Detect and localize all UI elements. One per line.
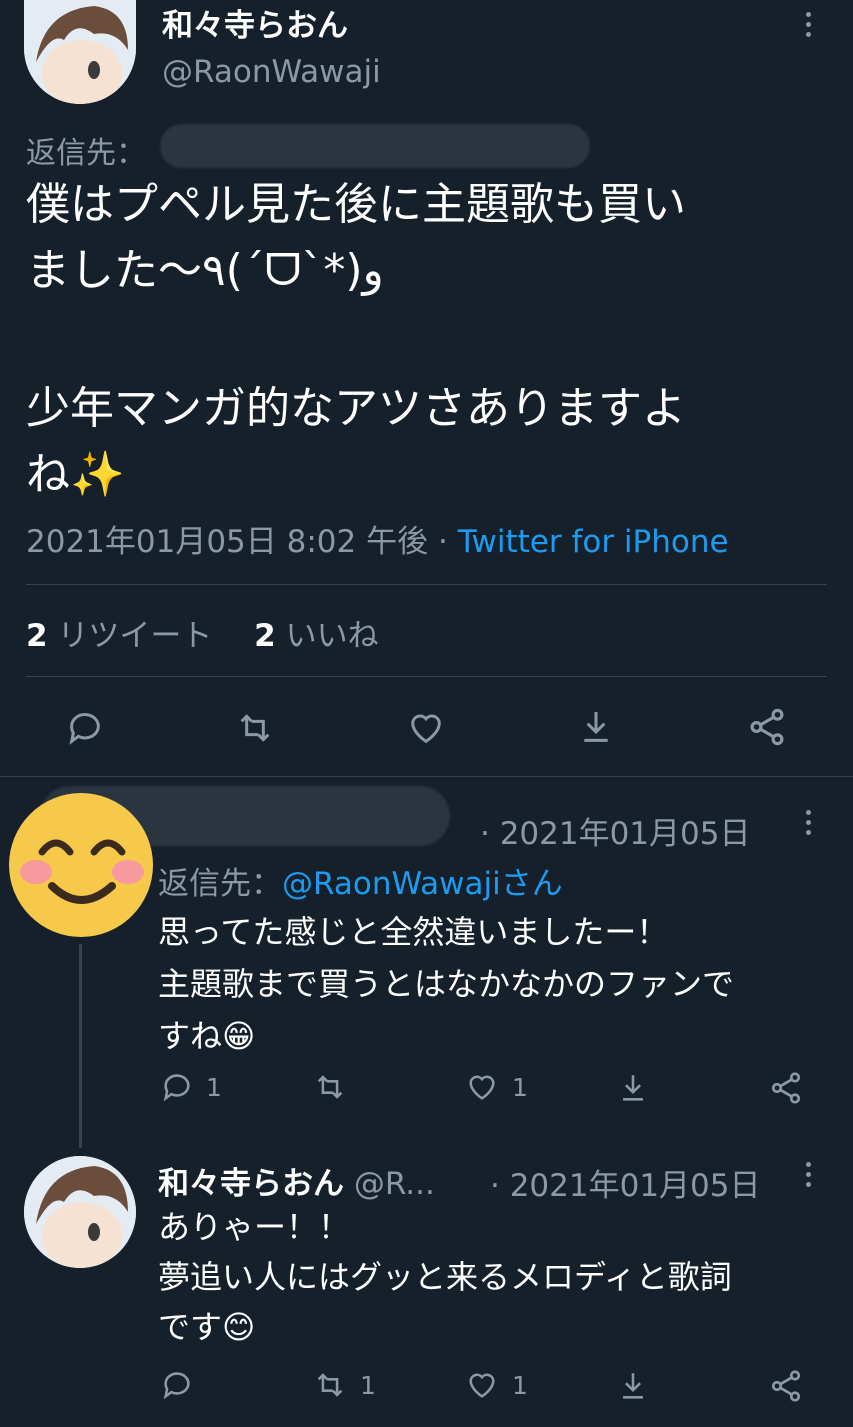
redacted-reply-to <box>160 124 590 168</box>
reply-to-handle[interactable]: @RaonWawajiさん <box>282 866 563 902</box>
reply-body: ありゃー！！ 夢追い人にはグッと来るメロディと歌詞 です😊 <box>158 1202 732 1352</box>
avatar-raon[interactable] <box>24 1156 136 1268</box>
display-name[interactable]: 和々寺らおん <box>162 0 348 45</box>
more-icon[interactable] <box>806 1162 812 1192</box>
reply-header: 和々寺らおん @R... <box>158 1158 435 1203</box>
reply-to-line: 返信先：@RaonWawajiさん <box>158 858 563 903</box>
tweet-line: ね✨ <box>26 449 125 500</box>
divider <box>26 584 827 585</box>
reply-icon <box>163 1372 190 1400</box>
retweet-count[interactable]: 2 <box>26 618 48 654</box>
share-icon[interactable] <box>768 1070 804 1106</box>
retweet-count: 1 <box>360 1370 376 1400</box>
tweet-line: 僕はプペル見た後に主題歌も買い <box>26 179 686 230</box>
display-name[interactable]: 和々寺らおん <box>158 1166 344 1202</box>
retweet-action[interactable]: 1 <box>312 1368 376 1402</box>
tweet-timestamp[interactable]: 2021年01月05日 8:02 午後 <box>26 524 428 560</box>
thread-line <box>79 944 82 1148</box>
retweet-label[interactable]: リツイート <box>57 618 212 654</box>
like-icon <box>469 1075 495 1100</box>
like-icon <box>469 1373 495 1398</box>
like-action[interactable]: 1 <box>464 1070 528 1104</box>
share-icon[interactable] <box>768 1368 804 1404</box>
reply-action[interactable] <box>160 1368 206 1402</box>
download-icon[interactable] <box>616 1368 650 1404</box>
share-icon[interactable] <box>746 706 788 748</box>
download-icon[interactable] <box>616 1070 650 1106</box>
tweet-source[interactable]: Twitter for iPhone <box>458 524 729 560</box>
like-count: 1 <box>512 1370 528 1400</box>
like-count: 1 <box>512 1072 528 1102</box>
separator-dot: · <box>437 524 448 560</box>
like-action[interactable]: 1 <box>464 1368 528 1402</box>
more-icon[interactable] <box>806 810 812 840</box>
reply-timestamp[interactable]: · 2021年01月05日 <box>490 1160 761 1205</box>
avatar-smile[interactable] <box>6 790 156 940</box>
handle[interactable]: @R... <box>354 1166 435 1202</box>
like-label[interactable]: いいね <box>286 618 379 654</box>
reply-to-label: 返信先： <box>26 136 146 171</box>
reply-line: 夢追い人にはグッと来るメロディと歌詞 <box>158 1258 732 1296</box>
tweet-meta: 2021年01月05日 8:02 午後 · Twitter for iPhone <box>26 516 729 561</box>
retweet-icon[interactable] <box>234 708 276 748</box>
reply-line: です😊 <box>158 1308 256 1346</box>
retweet-action[interactable] <box>312 1070 360 1104</box>
reply-icon <box>163 1074 190 1102</box>
download-icon[interactable] <box>576 706 616 748</box>
handle[interactable]: @RaonWawaji <box>162 54 381 90</box>
tweet-line: ました〜٩(ˊᗜˋ*)و <box>26 245 384 296</box>
reply-icon[interactable] <box>65 708 105 748</box>
reply-action[interactable]: 1 <box>160 1070 222 1104</box>
reply-body: 思ってた感じと全然違いましたー！ 主題歌まで買うとはなかなかのファンで すね😁 <box>158 906 734 1062</box>
like-icon[interactable] <box>405 708 447 748</box>
avatar-raon[interactable] <box>24 0 136 104</box>
retweet-icon <box>317 1075 343 1099</box>
like-count[interactable]: 2 <box>254 618 276 654</box>
divider <box>0 776 853 777</box>
reply-to-label: 返信先： <box>158 866 282 902</box>
reply-line: すね😁 <box>158 1017 256 1055</box>
tweet-body: 僕はプペル見た後に主題歌も買い ました〜٩(ˊᗜˋ*)و 少年マンガ的なアツさあ… <box>26 172 686 508</box>
reply-line: 主題歌まで買うとはなかなかのファンで <box>158 965 735 1003</box>
more-icon[interactable] <box>806 12 812 42</box>
reply-count: 1 <box>206 1072 222 1102</box>
reply-timestamp[interactable]: · 2021年01月05日 <box>480 808 751 853</box>
reply-line: 思ってた感じと全然違いましたー！ <box>158 913 669 951</box>
reply-line: ありゃー！！ <box>158 1208 351 1246</box>
divider <box>26 676 827 677</box>
tweet-stats: 2 リツイート 2 いいね <box>26 610 379 655</box>
tweet-line: 少年マンガ的なアツさありますよ <box>26 383 686 434</box>
retweet-icon <box>317 1373 343 1397</box>
